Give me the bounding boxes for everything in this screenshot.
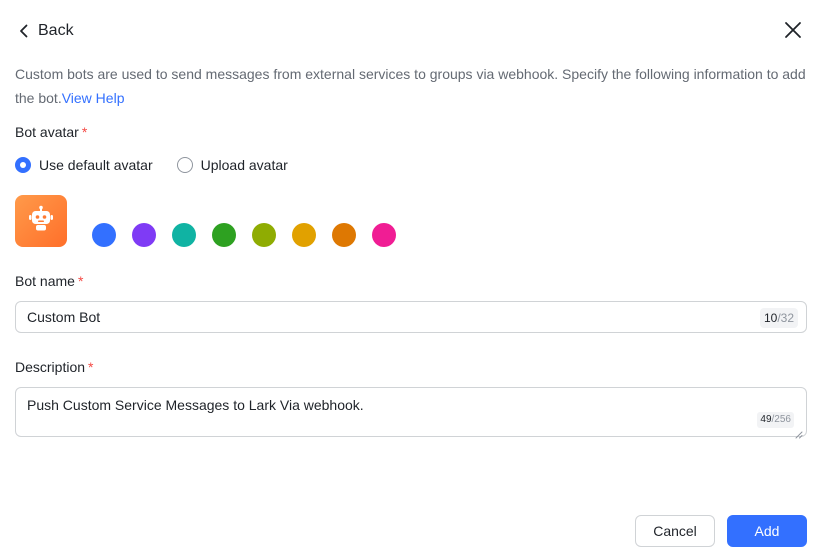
bot-name-char-counter: 10/32 [759,308,798,328]
cancel-button[interactable]: Cancel [635,515,715,547]
back-button[interactable]: Back [18,19,74,43]
bot-avatar-label-text: Bot avatar [15,124,79,140]
radio-label-upload: Upload avatar [200,157,288,173]
description-value: Push Custom Service Messages to Lark Via… [27,397,364,413]
color-swatch-teal[interactable] [172,223,196,247]
radio-use-default-avatar[interactable]: Use default avatar [15,157,153,173]
description-textarea[interactable]: Push Custom Service Messages to Lark Via… [15,387,807,439]
description-label: Description * [15,359,93,375]
chevron-left-icon [18,24,30,38]
required-mark: * [77,273,84,289]
dialog-header: Back [0,0,823,62]
robot-icon [27,205,55,238]
bot-avatar-label: Bot avatar * [15,124,87,140]
radio-button-unchecked[interactable] [176,157,193,173]
char-max: /256 [771,414,791,425]
resize-handle-icon[interactable] [795,425,803,439]
description-char-counter: 49/256 [757,412,794,428]
intro-description: Custom bots are used to send messages fr… [15,66,806,106]
bot-name-input[interactable]: Custom Bot 10/32 [15,301,807,333]
radio-button-checked[interactable] [15,157,31,173]
description-label-text: Description [15,359,86,375]
color-swatch-purple[interactable] [132,223,156,247]
bot-name-value: Custom Bot [27,309,101,325]
char-count: 10 [763,311,778,325]
bot-avatar-preview [15,195,67,247]
close-icon [783,20,803,40]
bot-name-label: Bot name * [15,273,83,289]
required-mark: * [81,124,88,140]
color-swatch-olive[interactable] [252,223,276,247]
char-max: /32 [777,311,794,325]
close-button[interactable] [783,20,803,40]
required-mark: * [88,359,94,375]
char-count: 49 [760,414,772,425]
color-swatch-pink[interactable] [372,223,396,247]
view-help-link[interactable]: View Help [62,90,125,106]
color-swatch-green[interactable] [212,223,236,247]
avatar-source-radio-group: Use default avatar Upload avatar [15,154,312,176]
color-swatch-orange[interactable] [332,223,356,247]
radio-label-default: Use default avatar [39,157,153,173]
add-button[interactable]: Add [727,515,807,547]
back-label: Back [38,22,74,39]
avatar-color-swatches [92,223,396,247]
radio-upload-avatar[interactable]: Upload avatar [176,157,288,173]
color-swatch-amber[interactable] [292,223,316,247]
bot-name-label-text: Bot name [15,273,75,289]
color-swatch-blue[interactable] [92,223,116,247]
intro-text: Custom bots are used to send messages fr… [15,62,815,110]
add-custom-bot-dialog: Back Custom bots are used to send messag… [0,0,823,560]
